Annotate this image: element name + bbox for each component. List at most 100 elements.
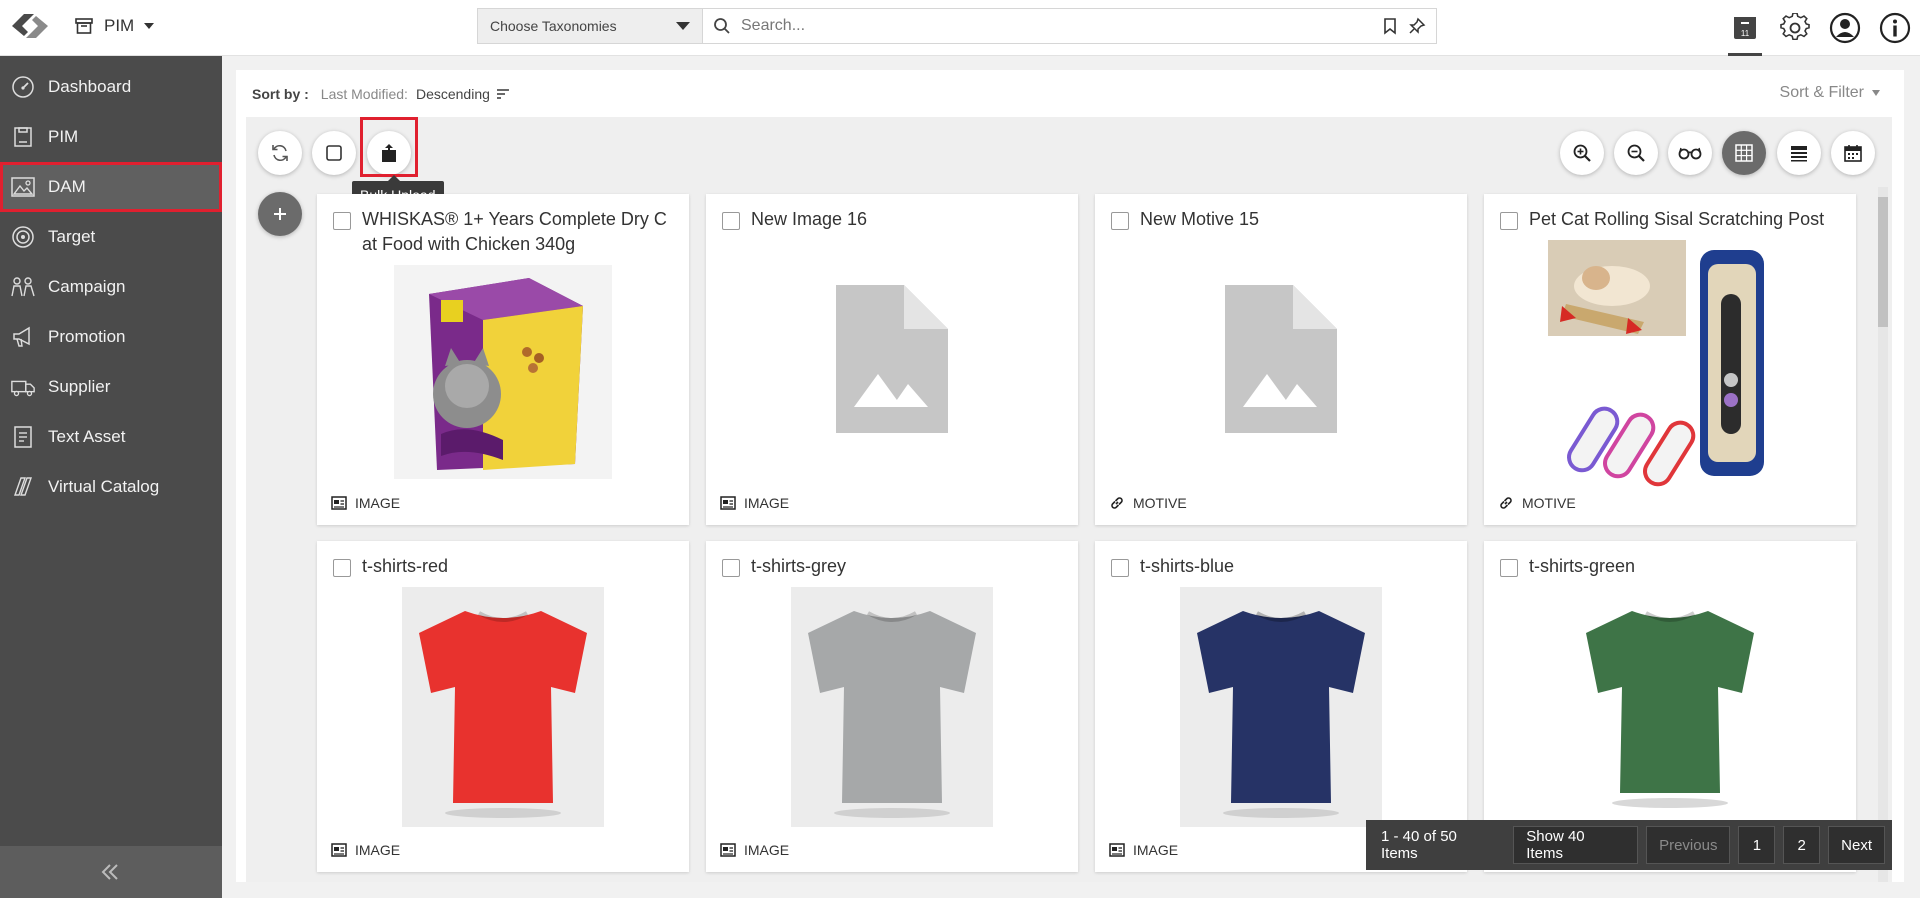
asset-checkbox[interactable]	[333, 212, 351, 230]
grid-scrollbar[interactable]	[1878, 187, 1888, 882]
image-type-icon	[1109, 843, 1125, 857]
asset-card[interactable]: WHISKAS® 1+ Years Complete Dry C at Food…	[317, 194, 689, 525]
sidebar-item-dashboard[interactable]: Dashboard	[0, 62, 222, 112]
text-document-icon	[10, 424, 36, 450]
zoom-out-icon	[1627, 144, 1645, 162]
asset-title: t-shirts-grey	[751, 556, 847, 576]
pin-icon[interactable]	[1408, 17, 1426, 35]
sort-lines-icon[interactable]	[496, 88, 510, 100]
module-switcher[interactable]: PIM	[74, 14, 155, 38]
asset-card[interactable]: New Motive 15 MOTIVE	[1095, 194, 1467, 525]
asset-card[interactable]: t-shirts-red IMAGE	[317, 541, 689, 872]
archive-badge-icon: 11	[1734, 17, 1756, 39]
asset-type: IMAGE	[720, 495, 789, 511]
list-view-button[interactable]	[1777, 131, 1821, 175]
show-items-button[interactable]: Show 40 Items	[1513, 826, 1639, 864]
zoom-in-button[interactable]	[1560, 131, 1604, 175]
sidebar-collapse-button[interactable]	[0, 846, 222, 898]
asset-type-label: MOTIVE	[1522, 495, 1576, 511]
asset-panel: Sort by : Last Modified: Descending Sort…	[236, 70, 1904, 882]
sidebar-item-label: Campaign	[48, 277, 126, 296]
asset-checkbox[interactable]	[1111, 559, 1129, 577]
main-content: Sort by : Last Modified: Descending Sort…	[222, 56, 1920, 898]
asset-type: IMAGE	[331, 495, 400, 511]
sort-field: Last Modified:	[320, 85, 408, 102]
sidebar-item-pim[interactable]: PIM	[0, 112, 222, 162]
page-2-button[interactable]: 2	[1783, 826, 1821, 864]
image-type-icon	[720, 496, 736, 510]
bookmark-icon[interactable]	[1382, 17, 1398, 35]
search-input[interactable]	[741, 17, 1372, 35]
sidebar-item-promotion[interactable]: Promotion	[0, 312, 222, 362]
sidebar-item-label: Text Asset	[48, 427, 126, 446]
chevron-down-icon	[676, 22, 690, 30]
image-type-icon	[331, 496, 347, 510]
settings-button[interactable]	[1770, 0, 1820, 56]
module-label: PIM	[104, 16, 135, 35]
page-1-button[interactable]: 1	[1738, 826, 1776, 864]
asset-title: t-shirts-green	[1529, 556, 1636, 576]
taxonomy-select-label: Choose Taxonomies	[490, 18, 617, 34]
asset-type: IMAGE	[331, 842, 400, 858]
info-button[interactable]	[1870, 0, 1920, 56]
asset-type-label: IMAGE	[744, 495, 790, 511]
asset-checkbox[interactable]	[1111, 212, 1129, 230]
asset-checkbox[interactable]	[722, 212, 740, 230]
asset-title: New Motive 15	[1140, 209, 1260, 229]
archive-badge-button[interactable]: 11	[1720, 0, 1770, 56]
add-asset-button[interactable]	[258, 192, 302, 236]
grid-view-button[interactable]	[1722, 131, 1766, 175]
calendar-view-button[interactable]	[1831, 131, 1875, 175]
preview-button[interactable]	[1668, 131, 1712, 175]
sidebar-item-campaign[interactable]: Campaign	[0, 262, 222, 312]
asset-type: MOTIVE	[1109, 495, 1187, 511]
asset-title: t-shirts-blue	[1140, 556, 1235, 576]
taxonomy-select[interactable]: Choose Taxonomies	[478, 9, 703, 43]
asset-title: New Image 16	[751, 209, 868, 229]
glasses-icon	[1678, 147, 1702, 160]
asset-card[interactable]: Pet Cat Rolling Sisal Scratching Post MO…	[1484, 194, 1856, 525]
asset-type: MOTIVE	[1498, 495, 1576, 511]
asset-checkbox[interactable]	[333, 559, 351, 577]
next-page-button[interactable]: Next	[1828, 826, 1885, 864]
image-type-icon	[331, 843, 347, 857]
gear-icon	[1780, 13, 1810, 41]
asset-checkbox[interactable]	[722, 559, 740, 577]
app-logo-icon[interactable]	[8, 8, 52, 44]
truck-icon	[10, 374, 36, 400]
asset-card[interactable]: New Image 16 IMAGE	[706, 194, 1078, 525]
sidebar-item-dam[interactable]: DAM	[0, 162, 222, 212]
sort-direction[interactable]: Descending	[416, 86, 490, 102]
scrollbar-thumb[interactable]	[1878, 197, 1888, 327]
archive-box-icon	[75, 18, 93, 34]
refresh-button[interactable]	[258, 131, 302, 175]
target-icon	[10, 224, 36, 250]
sidebar-item-target[interactable]: Target	[0, 212, 222, 262]
catalog-icon	[10, 474, 36, 500]
sidebar-item-label: Dashboard	[48, 77, 132, 96]
asset-type-label: MOTIVE	[1133, 495, 1187, 511]
asset-type-label: IMAGE	[355, 495, 401, 511]
sidebar-item-label: Virtual Catalog	[48, 477, 160, 496]
link-icon	[1111, 497, 1123, 509]
user-account-button[interactable]	[1820, 0, 1870, 56]
sidebar-item-label: Promotion	[48, 327, 126, 346]
sidebar-item-virtual-catalog[interactable]: Virtual Catalog	[0, 462, 222, 512]
sidebar-item-text-asset[interactable]: Text Asset	[0, 412, 222, 462]
asset-checkbox[interactable]	[1500, 559, 1518, 577]
previous-page-button[interactable]: Previous	[1646, 826, 1731, 864]
chevron-down-icon	[144, 23, 155, 29]
top-bar: PIM Choose Taxonomies Search... 11	[0, 0, 1920, 56]
plus-icon	[274, 208, 286, 220]
placeholder-image-icon	[706, 194, 1078, 530]
zoom-out-button[interactable]	[1614, 131, 1658, 175]
asset-checkbox[interactable]	[1500, 212, 1518, 230]
sidebar-item-label: DAM	[48, 177, 86, 196]
select-all-button[interactable]	[312, 131, 356, 175]
sort-filter-toggle[interactable]: Sort & Filter	[1780, 84, 1880, 102]
asset-title: WHISKAS® 1+ Years Complete Dry C at Food…	[362, 209, 667, 254]
zoom-in-icon	[1573, 144, 1591, 162]
asset-card[interactable]: t-shirts-grey IMAGE	[706, 541, 1078, 872]
refresh-icon	[272, 145, 288, 161]
sidebar-item-supplier[interactable]: Supplier	[0, 362, 222, 412]
